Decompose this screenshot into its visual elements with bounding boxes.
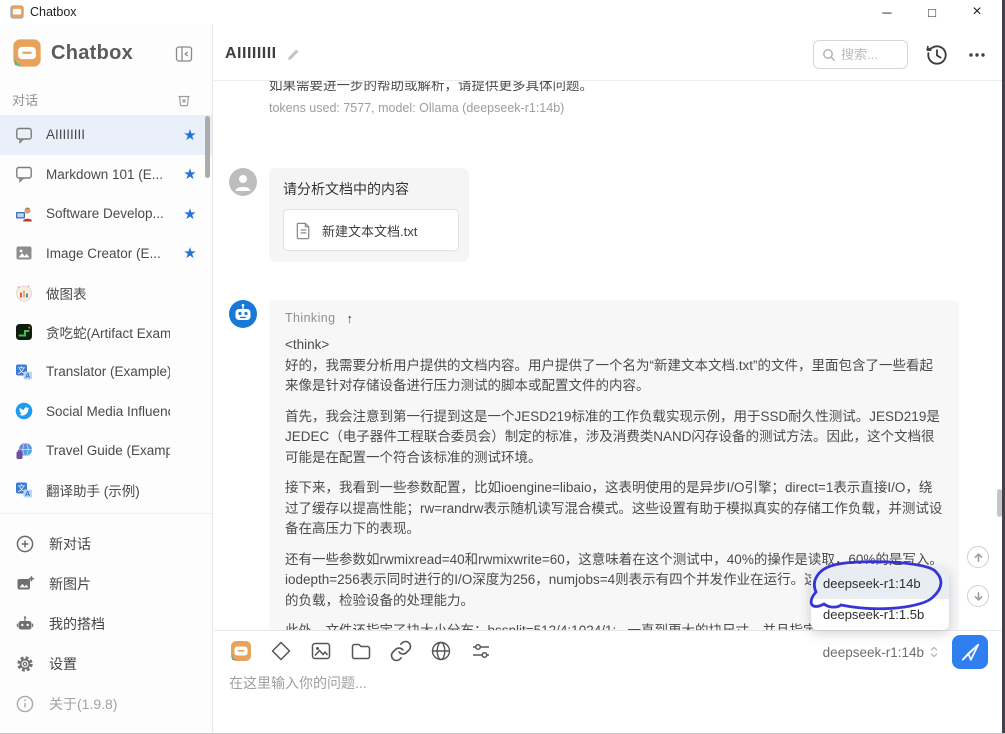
conversation-item-aiiiiiiii[interactable]: AIIIIIIII ★ (0, 115, 212, 155)
sidebar-divider (0, 513, 212, 514)
chatbox-logo-icon (12, 38, 42, 68)
user-avatar (229, 168, 257, 196)
settings-button[interactable]: 设置 (0, 644, 212, 684)
conversation-item-translate-assistant[interactable]: 文A 翻译助手 (示例) (0, 471, 212, 511)
scroll-to-top-button[interactable] (967, 546, 989, 568)
conversation-item-charts[interactable]: 做图表 (0, 273, 212, 313)
about-button[interactable]: 关于(1.9.8) (0, 684, 212, 724)
svg-text:A: A (25, 373, 30, 380)
model-option-1-5b[interactable]: deepseek-r1:1.5b (811, 599, 949, 630)
attach-file-icon[interactable] (349, 639, 373, 663)
chart-emoji-icon (14, 283, 34, 303)
thinking-paragraph: 接下来，我看到一些参数配置，比如ioengine=libaio，这表明使用的是异… (285, 478, 943, 540)
close-button[interactable]: × (962, 0, 992, 24)
user-message: 请分析文档中的内容 新建文本文档.txt (269, 168, 469, 262)
chatbox-window: Chatbox ─ □ × Chatbox 对话 AIIIIIIII (0, 0, 1005, 734)
conversation-item-image-creator[interactable]: Image Creator (E... ★ (0, 234, 212, 274)
send-icon (959, 641, 981, 663)
thinking-header[interactable]: Thinking ↑ (285, 309, 943, 327)
star-icon[interactable]: ★ (182, 244, 198, 262)
scroll-to-bottom-button[interactable] (967, 585, 989, 607)
plus-circle-icon (15, 534, 35, 554)
search-box[interactable] (813, 40, 908, 69)
star-icon[interactable]: ★ (182, 126, 198, 144)
translate-icon: 文A (14, 480, 34, 500)
conversation-item-social-media[interactable]: Social Media Influence... (0, 392, 212, 432)
conversation-item-markdown-101[interactable]: Markdown 101 (E... ★ (0, 155, 212, 195)
star-icon[interactable]: ★ (182, 205, 198, 223)
search-input[interactable] (841, 47, 901, 62)
tokens-info: tokens used: 7577, model: Ollama (deepse… (269, 101, 564, 115)
twitter-icon (14, 401, 34, 421)
travel-globe-icon (14, 441, 34, 461)
document-icon (294, 221, 313, 240)
web-browsing-icon[interactable] (429, 639, 453, 663)
svg-text:A: A (25, 491, 30, 498)
new-image-icon (15, 574, 35, 594)
file-attachment[interactable]: 新建文本文档.txt (283, 209, 459, 251)
thinking-paragraph: <think> (285, 335, 943, 356)
new-image-button[interactable]: 新图片 (0, 564, 212, 604)
image-icon (14, 243, 34, 263)
chat-bubble-icon (14, 125, 34, 145)
assistant-avatar (229, 300, 257, 328)
model-dropdown: deepseek-r1:14b deepseek-r1:1.5b (811, 568, 949, 630)
history-icon[interactable] (925, 43, 949, 67)
my-copilots-button[interactable]: 我的搭档 (0, 604, 212, 644)
previous-message-clipped: 如果需要进一步的帮助或解析，请提供更多具体问题。 (269, 81, 593, 94)
chevron-updown-icon (928, 645, 940, 659)
conversation-header: AIIIIIIII (214, 24, 1005, 80)
thinking-label: Thinking (285, 311, 335, 325)
new-chat-button[interactable]: 新对话 (0, 524, 212, 564)
gear-icon (15, 654, 35, 674)
send-button[interactable] (952, 635, 988, 669)
conversation-title: AIIIIIIII (225, 45, 277, 63)
app-icon (10, 5, 24, 19)
composer: deepseek-r1:14b (214, 630, 1005, 733)
thinking-paragraph: 好的，我需要分析用户提供的文档内容。用户提供了一个名为“新建文本文档.txt”的… (285, 356, 943, 397)
brand-name: Chatbox (51, 42, 133, 65)
conversation-list: AIIIIIIII ★ Markdown 101 (E... ★ Softwar… (0, 115, 212, 510)
chat-scrollbar-thumb[interactable] (997, 489, 1002, 517)
conversation-item-travel-guide[interactable]: Travel Guide (Example) (0, 431, 212, 471)
window-title: Chatbox (30, 5, 77, 19)
thinking-paragraph: 首先，我会注意到第一行提到这是一个JESD219标准的工作负载实现示例，用于SS… (285, 407, 943, 469)
edit-title-icon[interactable] (286, 47, 301, 62)
conversation-item-software-developer[interactable]: Software Develop... ★ (0, 194, 212, 234)
chat-bubble-icon (14, 164, 34, 184)
collapse-sidebar-icon[interactable] (174, 44, 194, 64)
model-option-14b[interactable]: deepseek-r1:14b (811, 568, 949, 599)
sidebar-menu: 新对话 新图片 我的搭档 设置 关于(1.9.8) (0, 524, 212, 724)
chat-area: 如果需要进一步的帮助或解析，请提供更多具体问题。 tokens used: 75… (214, 81, 1005, 630)
eraser-icon[interactable] (269, 639, 293, 663)
collapse-thinking-icon: ↑ (346, 311, 353, 326)
model-selector[interactable]: deepseek-r1:14b (823, 645, 940, 660)
main-panel: AIIIIIIII 如果需要进一步的帮助或解析，请提供更多具体问题。 tok (214, 24, 1005, 733)
chatbox-assistant-icon[interactable] (229, 639, 253, 663)
developer-emoji-icon (14, 204, 34, 224)
conversation-item-snake-game[interactable]: 贪吃蛇(Artifact Example) (0, 313, 212, 353)
attach-image-icon[interactable] (309, 639, 333, 663)
minimize-button[interactable]: ─ (872, 0, 902, 24)
clear-conversations-icon[interactable] (176, 92, 192, 108)
conversation-item-translator[interactable]: 文A Translator (Example) (0, 352, 212, 392)
settings-sliders-icon[interactable] (469, 639, 493, 663)
title-bar: Chatbox ─ □ × (0, 0, 1005, 24)
snake-game-icon (14, 322, 34, 342)
file-name: 新建文本文档.txt (322, 221, 417, 240)
translate-icon: 文A (14, 362, 34, 382)
sidebar-scrollbar-thumb[interactable] (205, 116, 210, 178)
link-icon[interactable] (389, 639, 413, 663)
sidebar: Chatbox 对话 AIIIIIIII ★ Markdown 101 (E..… (0, 24, 213, 733)
message-input[interactable] (229, 673, 939, 725)
search-icon (822, 48, 836, 62)
user-message-text: 请分析文档中的内容 (283, 179, 455, 199)
robot-icon (15, 614, 35, 634)
maximize-button[interactable]: □ (917, 0, 947, 24)
conversations-section-label: 对话 (12, 90, 38, 109)
more-options-icon[interactable] (965, 45, 989, 65)
star-icon[interactable]: ★ (182, 165, 198, 183)
info-icon (15, 694, 35, 714)
